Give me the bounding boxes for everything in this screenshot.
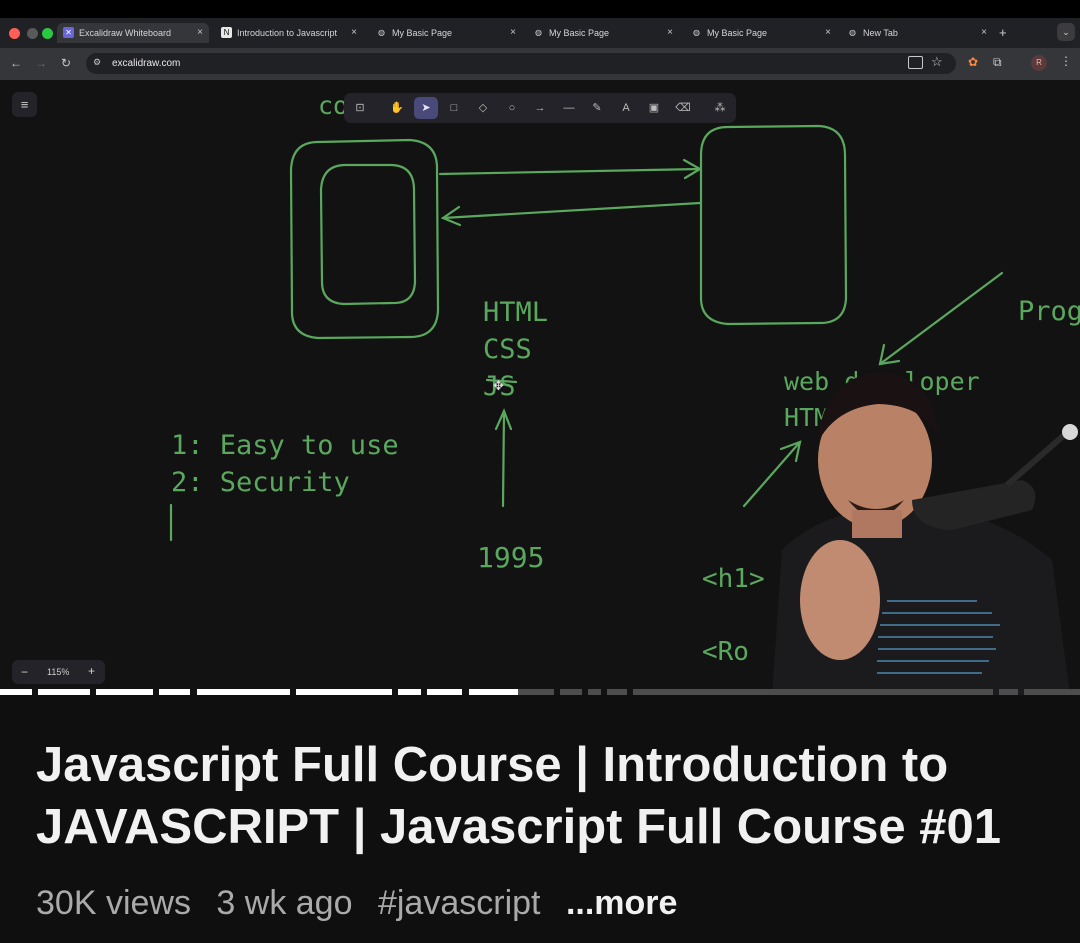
rectangle-icon[interactable]: □ [442,97,466,119]
move-cursor-icon: ✥ [493,378,504,393]
pencil-icon[interactable]: ✎ [585,97,609,119]
lock-icon[interactable]: ⊡ [348,97,372,119]
partial-text-right: Prog [1018,296,1080,327]
view-count: 30K views [36,884,191,922]
arrow-left-head [440,205,462,227]
zoom-in-button[interactable]: + [88,664,95,678]
zoom-level[interactable]: 115% [47,667,69,677]
upload-age: 3 wk ago [216,884,353,922]
presenter-webcam [752,360,1080,695]
extra-tools-icon[interactable]: ⁂ [708,97,732,119]
reason-2: 2: Security [171,467,350,498]
hand-icon[interactable]: ✋ [385,97,409,119]
line-icon[interactable]: — [557,97,581,119]
tech-css: CSS [483,334,532,365]
zoom-out-button[interactable]: − [21,665,28,679]
outer-box-left [289,138,440,340]
presenter-figure [772,372,1078,695]
hashtag-link[interactable]: #javascript [378,884,541,922]
video-title[interactable]: Javascript Full Course | Introduction to… [36,734,1056,858]
right-box [699,124,848,326]
arrow-up-1995 [501,409,506,508]
hamburger-menu-button[interactable]: ≡ [12,92,37,117]
diamond-icon[interactable]: ◇ [471,97,495,119]
reason-1: 1: Easy to use [171,430,399,461]
video-player[interactable]: ✕ Excalidraw Whiteboard × N Introduction to … [0,0,1080,695]
menu-icon: ≡ [20,97,29,112]
arrow-prog [878,271,1004,366]
inner-box-left [319,163,417,306]
image-icon[interactable]: ▣ [642,97,666,119]
video-meta: 30K views 3 wk ago #javascript ...more [36,881,693,925]
eraser-icon[interactable]: ⌫ [671,97,695,119]
arrow-left [441,201,702,220]
year-label: 1995 [477,541,545,574]
more-button[interactable]: ...more [566,884,677,922]
ellipse-icon[interactable]: ○ [500,97,524,119]
tech-html: HTML [483,297,549,328]
arrow-icon[interactable]: → [528,97,552,119]
text-icon[interactable]: A [614,97,638,119]
zoom-controls: − 115% + [12,660,105,684]
tag-ro: <Ro [702,637,749,667]
selection-icon[interactable]: ➤ [414,97,438,119]
arrow-right [438,167,702,176]
